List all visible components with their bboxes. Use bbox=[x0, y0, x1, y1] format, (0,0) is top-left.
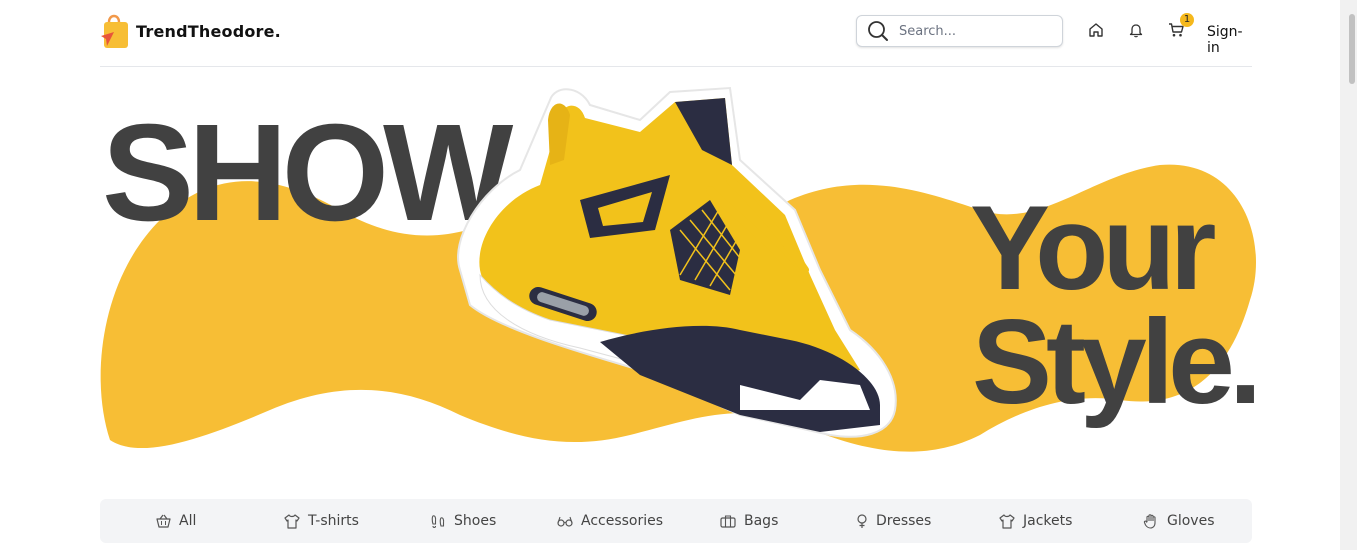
hero-word-style: Style. bbox=[972, 295, 1262, 429]
category-jackets[interactable]: Jackets bbox=[999, 499, 1072, 543]
search-icon bbox=[867, 20, 889, 42]
category-label: Bags bbox=[744, 513, 779, 529]
briefcase-icon bbox=[720, 515, 736, 528]
category-label: Gloves bbox=[1167, 513, 1215, 529]
signin-link[interactable]: Sign-in bbox=[1207, 24, 1252, 56]
category-accessories[interactable]: Accessories bbox=[557, 499, 663, 543]
glasses-icon bbox=[557, 516, 573, 527]
hero-word-your: Your bbox=[970, 181, 1216, 315]
category-tshirts[interactable]: T-shirts bbox=[284, 499, 359, 543]
category-label: Shoes bbox=[454, 513, 497, 529]
footprints-icon bbox=[431, 514, 445, 528]
logo[interactable]: TrendTheodore. bbox=[100, 12, 281, 50]
category-shoes[interactable]: Shoes bbox=[431, 499, 496, 543]
category-dresses[interactable]: Dresses bbox=[856, 499, 931, 543]
venus-icon bbox=[857, 513, 867, 528]
tshirt-icon bbox=[284, 513, 300, 529]
sneaker-image bbox=[457, 86, 897, 438]
scrollbar-thumb[interactable] bbox=[1349, 14, 1355, 84]
brand-name: TrendTheodore. bbox=[136, 21, 281, 41]
cart-count-badge: 1 bbox=[1180, 13, 1194, 27]
bell-icon[interactable] bbox=[1128, 22, 1144, 38]
home-icon[interactable] bbox=[1088, 22, 1104, 38]
hero-banner: SHOW Your Style. bbox=[100, 80, 1262, 480]
category-bags[interactable]: Bags bbox=[720, 499, 778, 543]
category-label: Accessories bbox=[581, 513, 664, 529]
category-label: T-shirts bbox=[308, 513, 359, 529]
basket-icon bbox=[156, 514, 171, 528]
category-label: Dresses bbox=[876, 513, 932, 529]
logo-bag-icon bbox=[101, 14, 128, 48]
category-all[interactable]: All bbox=[156, 499, 196, 543]
search-box[interactable] bbox=[856, 15, 1063, 47]
site-header: TrendTheodore. 1 Sign-in bbox=[100, 0, 1252, 67]
search-input[interactable] bbox=[897, 22, 1051, 40]
category-label: All bbox=[179, 513, 197, 529]
category-label: Jackets bbox=[1023, 513, 1073, 529]
category-gloves[interactable]: Gloves bbox=[1143, 499, 1215, 543]
hand-icon bbox=[1143, 514, 1156, 529]
category-bar: All T-shirts Shoes Accessories Bags Dres… bbox=[100, 499, 1252, 543]
shirt-icon bbox=[999, 513, 1015, 529]
